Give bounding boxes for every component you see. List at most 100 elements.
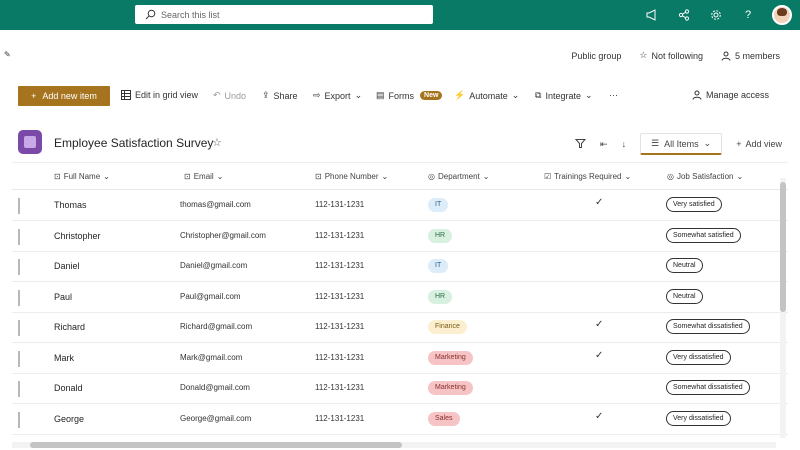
satisfaction-pill: Very satisfied <box>666 197 722 212</box>
column-header-phone[interactable]: ⊡ Phone Number ⌄ <box>315 172 388 181</box>
cell-full-name[interactable]: Mark <box>54 353 74 363</box>
horizontal-scroll-thumb[interactable] <box>30 442 402 448</box>
add-new-item-button[interactable]: + Add new item <box>18 86 110 106</box>
share-arrow-icon: ⇪ <box>262 90 270 100</box>
table-row[interactable]: Richard Richard@gmail.com 112-131-1231 Fina… <box>12 313 788 343</box>
megaphone-icon[interactable] <box>644 7 660 23</box>
group-privacy: Public group <box>571 50 622 61</box>
add-view-button[interactable]: + Add view <box>736 139 782 149</box>
star-outline-icon: ☆ <box>639 50 648 60</box>
table-row[interactable]: Paul Paul@gmail.com 112-131-1231 HR Neutral <box>12 283 788 313</box>
cell-email[interactable]: Daniel@gmail.com <box>180 261 247 270</box>
gear-icon[interactable] <box>708 7 724 23</box>
cell-full-name[interactable]: Thomas <box>54 200 87 210</box>
check-icon: ✓ <box>595 410 604 422</box>
cell-full-name[interactable]: Donald <box>54 383 83 393</box>
sort-arrow-icon[interactable]: ↓ <box>622 139 627 149</box>
row-select-handle[interactable] <box>18 350 20 367</box>
cell-email[interactable]: thomas@gmail.com <box>180 200 251 209</box>
text-field-icon: ⊡ <box>184 172 191 181</box>
cell-full-name[interactable]: Daniel <box>54 261 80 271</box>
table-row[interactable]: Thomas thomas@gmail.com 112-131-1231 IT ✓ Ver… <box>12 191 788 221</box>
cell-email[interactable]: George@gmail.com <box>180 414 251 423</box>
table-row[interactable]: Mark Mark@gmail.com 112-131-1231 Marketing ✓… <box>12 344 788 374</box>
integrate-button[interactable]: ⧉ Integrate ⌄ <box>535 90 593 101</box>
table-row[interactable]: George George@gmail.com 112-131-1231 Sales ✓… <box>12 405 788 435</box>
row-select-handle[interactable] <box>18 381 20 397</box>
plus-icon: + <box>736 139 742 149</box>
chevron-down-icon: ⌄ <box>624 172 632 181</box>
undo-button[interactable]: ↶ Undo <box>213 90 246 101</box>
chevron-down-icon: ⌄ <box>736 172 744 181</box>
department-pill: Sales <box>428 411 460 426</box>
help-icon[interactable]: ? <box>740 7 756 23</box>
cell-full-name[interactable]: Richard <box>54 322 85 332</box>
table-row[interactable]: Christopher Christopher@gmail.com 112-131-… <box>12 222 788 252</box>
avatar[interactable] <box>772 5 792 25</box>
export-button[interactable]: ⇨ Export ⌄ <box>313 90 362 101</box>
follow-button[interactable]: ☆ Not following <box>639 50 703 61</box>
chevron-down-icon: ⌄ <box>381 172 389 181</box>
choice-field-icon: ◎ <box>428 172 435 181</box>
export-icon: ⇨ <box>313 90 321 100</box>
cell-email[interactable]: Mark@gmail.com <box>180 353 242 362</box>
cell-email[interactable]: Paul@gmail.com <box>180 292 241 301</box>
cell-phone: 112-131-1231 <box>315 261 365 270</box>
column-header-trainings[interactable]: ☑ Trainings Required ⌄ <box>544 172 631 181</box>
table-row[interactable]: Daniel Daniel@gmail.com 112-131-1231 IT Neut… <box>12 252 788 282</box>
department-pill: HR <box>428 228 453 243</box>
satisfaction-pill: Neutral <box>666 258 703 273</box>
chevron-down-icon: ⌄ <box>703 138 712 148</box>
search-input[interactable] <box>161 9 401 20</box>
members-button[interactable]: 5 members <box>721 51 780 61</box>
vertical-scroll-thumb[interactable] <box>780 182 786 312</box>
cell-email[interactable]: Richard@gmail.com <box>180 322 252 331</box>
edit-grid-view-button[interactable]: Edit in grid view <box>121 90 198 100</box>
chevron-down-icon: ⌄ <box>482 172 490 181</box>
share-icon[interactable] <box>676 7 692 23</box>
column-header-full-name[interactable]: ⊡ Full Name ⌄ <box>54 172 110 181</box>
table-row[interactable]: Donald Donald@gmail.com 112-131-1231 Market… <box>12 374 788 404</box>
row-select-handle[interactable] <box>18 228 20 245</box>
row-select-handle[interactable] <box>18 411 20 428</box>
column-header-satisfaction[interactable]: ◎ Job Satisfaction ⌄ <box>667 172 743 181</box>
choice-field-icon: ◎ <box>667 172 674 181</box>
suite-header: ? <box>0 0 800 30</box>
manage-access-button[interactable]: Manage access <box>692 90 769 100</box>
column-header-email[interactable]: ⊡ Email ⌄ <box>184 172 223 181</box>
column-header-department[interactable]: ◎ Department ⌄ <box>428 172 489 181</box>
cell-full-name[interactable]: George <box>54 414 84 424</box>
horizontal-scrollbar[interactable] <box>12 442 776 448</box>
forms-button[interactable]: ▤ Forms New <box>376 90 443 101</box>
checkbox-field-icon: ☑ <box>544 172 552 181</box>
satisfaction-pill: Somewhat satisfied <box>666 227 741 243</box>
more-commands-button[interactable]: ··· <box>609 90 618 100</box>
automate-button[interactable]: ⚡ Automate ⌄ <box>454 90 519 101</box>
row-select-handle[interactable] <box>18 259 20 275</box>
cell-email[interactable]: Christopher@gmail.com <box>180 231 266 240</box>
chevron-down-icon: ⌄ <box>216 172 224 181</box>
department-pill: IT <box>428 198 449 212</box>
vertical-scrollbar[interactable] <box>780 178 786 438</box>
cell-full-name[interactable]: Christopher <box>54 231 101 241</box>
integrate-icon: ⧉ <box>535 90 542 100</box>
cell-phone: 112-131-1231 <box>315 291 365 301</box>
undo-icon: ↶ <box>213 90 221 100</box>
view-selector[interactable]: ☰ All Items ⌄ <box>640 133 723 155</box>
favorite-star-icon[interactable]: ☆ <box>212 136 222 149</box>
row-select-handle[interactable] <box>18 289 20 306</box>
row-select-handle[interactable] <box>18 198 20 214</box>
row-select-handle[interactable] <box>18 320 20 336</box>
satisfaction-pill: Neutral <box>666 288 703 304</box>
grid-icon <box>121 90 131 100</box>
person-icon <box>721 51 731 61</box>
column-header-row: ⊡ Full Name ⌄ ⊡ Email ⌄ ⊡ Phone Number ⌄ ◎ Depa… <box>12 163 788 190</box>
satisfaction-pill: Somewhat dissatisfied <box>666 380 750 395</box>
search-box[interactable] <box>135 5 433 24</box>
cell-full-name[interactable]: Paul <box>54 292 72 302</box>
filter-icon[interactable] <box>574 138 587 151</box>
page-marker-icon: ✎ <box>4 50 11 59</box>
cell-email[interactable]: Donald@gmail.com <box>180 383 250 392</box>
share-button[interactable]: ⇪ Share <box>262 90 298 101</box>
group-by-icon[interactable]: ⇤ <box>600 139 608 150</box>
